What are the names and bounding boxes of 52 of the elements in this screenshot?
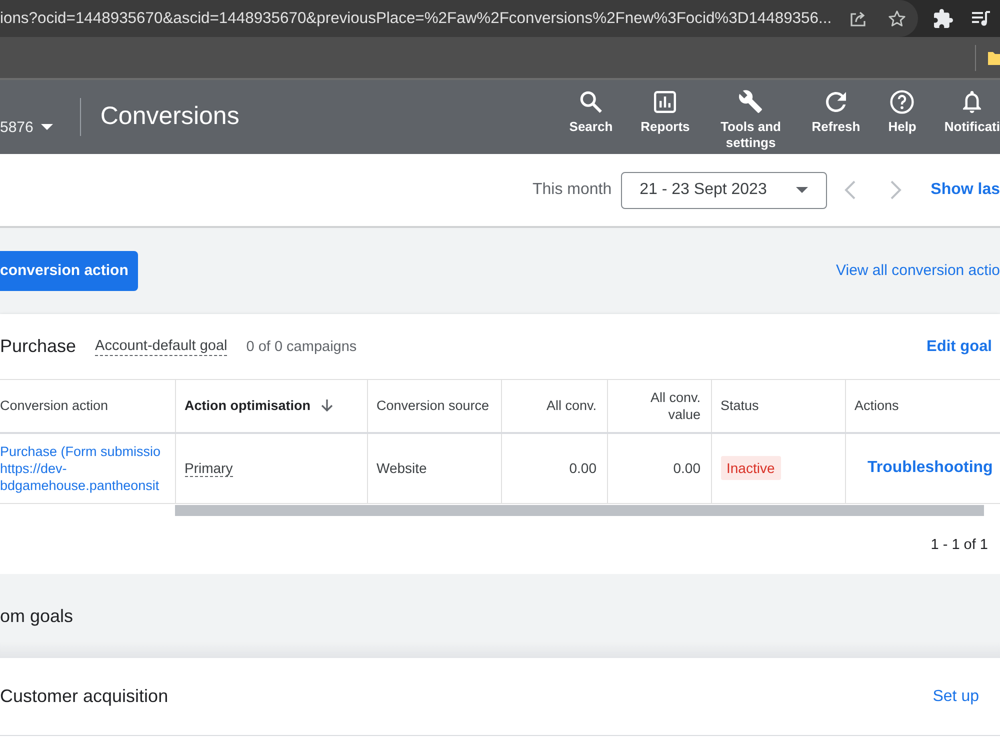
goal-type-label[interactable]: Account-default goal [95,337,228,356]
sort-arrow-icon[interactable] [320,398,332,412]
notifications-button[interactable]: Notificati [944,80,1000,135]
media-queue-icon[interactable] [971,10,991,27]
folder-icon[interactable] [988,50,1000,64]
column-header[interactable]: Status [720,396,759,414]
refresh-icon [826,90,846,114]
address-bar[interactable]: ions?ocid=1448935670&ascid=1448935670&previousPlace=%2Faw%2Fconversions%2Fnew%3Focid%3D14489356... [0,0,918,37]
pagination-text: 1 - 1 of 1 [930,537,988,553]
set-up-link[interactable]: Set up [932,688,979,706]
table-cell: Website [367,432,501,504]
date-preset-label: This month [532,181,612,199]
share-icon[interactable] [849,10,867,28]
horizontal-scrollbar[interactable] [175,505,984,516]
wrench-icon [739,90,762,114]
section-title: om goals [0,606,74,626]
search-icon [580,90,602,114]
table-cell: 0.00 [501,432,607,504]
column-header[interactable]: All conv. value [616,388,700,423]
goal-title: Customer acquisition [0,686,168,707]
troubleshooting-link[interactable]: Troubleshooting [868,459,993,476]
account-selector[interactable]: 5876 [0,117,54,137]
view-all-link[interactable]: View all conversion actio [836,262,1000,279]
goal-title: Purchase [0,336,76,357]
edit-goal-link[interactable]: Edit goal [926,338,992,356]
tools-button[interactable]: Tools and settings [718,80,784,151]
dropdown-caret-icon [796,187,808,193]
bar-chart-icon [654,90,676,114]
column-header[interactable]: Conversion action [0,396,108,414]
column-header[interactable]: Action optimisation [184,396,310,414]
page-title: Conversions [100,101,240,131]
new-conversion-button[interactable]: conversion action [0,250,138,290]
column-header[interactable]: All conv. [546,396,596,414]
column-header[interactable]: Conversion source [376,396,490,414]
star-icon[interactable] [888,10,906,27]
date-range-dropdown[interactable]: 21 - 23 Sept 2023 [620,172,827,208]
caret-icon [41,124,54,130]
optimisation-label[interactable]: Primary [184,460,233,478]
url-text: ions?ocid=1448935670&ascid=1448935670&previousPlace=%2Faw%2Fconversions%2Fnew%3Focid%3D14489356... [0,10,832,28]
search-button[interactable]: Search [569,80,613,135]
help-button[interactable]: Help [888,80,916,135]
show-link[interactable]: Show las [930,181,1000,199]
help-icon [890,90,914,114]
puzzle-icon[interactable] [934,9,953,28]
table-cell: 0.00 [607,432,711,504]
campaign-count: 0 of 0 campaigns [246,338,357,354]
bell-icon [963,90,982,114]
column-header[interactable]: Actions [854,396,899,414]
status-badge: Inactive [720,456,781,480]
refresh-button[interactable]: Refresh [812,80,860,135]
conversion-action-link[interactable]: Purchase (Form submissio https://dev-bdgamehouse.pantheonsit [0,442,164,494]
reports-button[interactable]: Reports [640,80,690,135]
